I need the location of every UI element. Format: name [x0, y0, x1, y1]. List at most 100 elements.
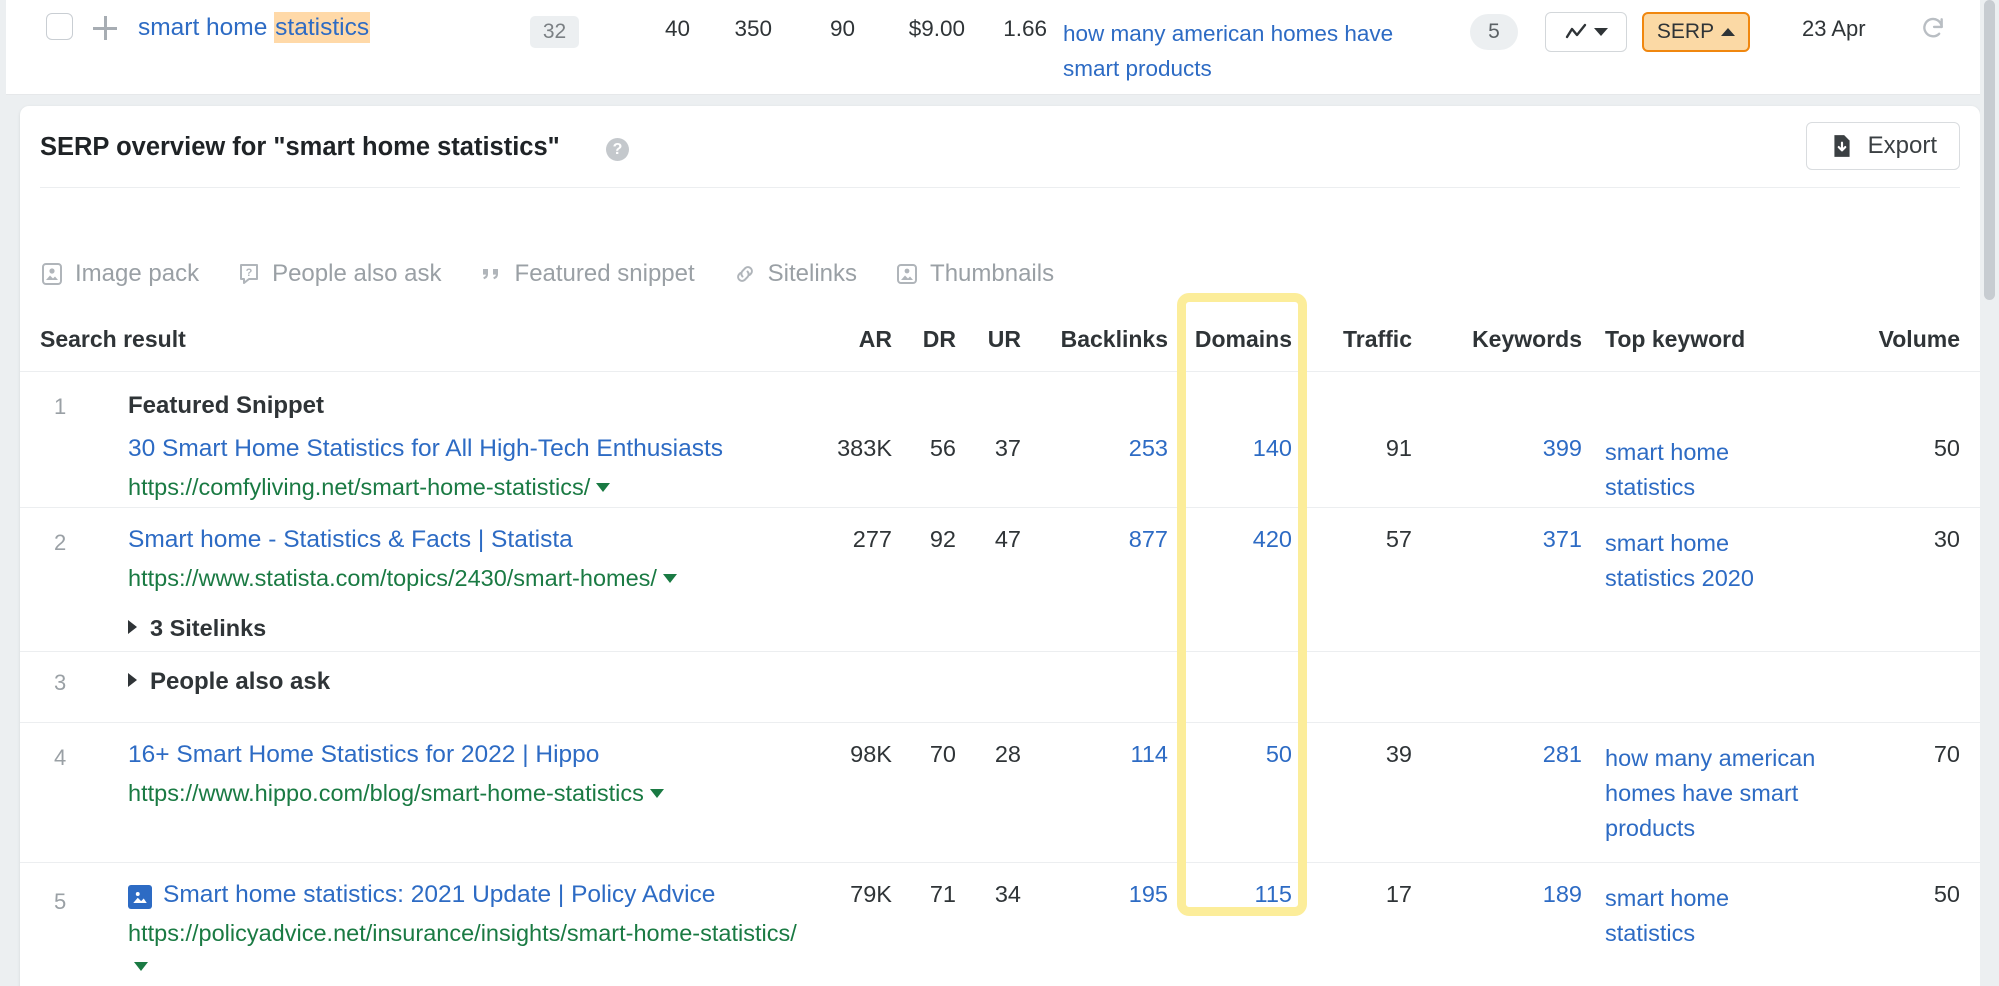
- result-rank: 5: [54, 889, 66, 915]
- line-chart-icon: [1564, 20, 1588, 44]
- cell-keywords[interactable]: 281: [1432, 741, 1582, 768]
- scrollbar-thumb[interactable]: [1984, 0, 1995, 300]
- result-url-text: https://www.hippo.com/blog/smart-home-st…: [128, 780, 644, 806]
- serp-feature-thumbnails[interactable]: Thumbnails: [895, 260, 1054, 288]
- col-header-ar[interactable]: AR: [846, 326, 892, 353]
- result-url[interactable]: https://policyadvice.net/insurance/insig…: [128, 917, 808, 983]
- chevron-down-icon[interactable]: [596, 483, 610, 492]
- cell-backlinks[interactable]: 253: [1030, 435, 1168, 462]
- last-update-date: 23 Apr: [1802, 16, 1866, 42]
- table-row: 5 Smart home statistics: 2021 Update | P…: [20, 863, 1980, 986]
- cell-backlinks[interactable]: 195: [1030, 881, 1168, 908]
- download-file-icon: [1829, 133, 1855, 159]
- serp-feature-image-pack[interactable]: Image pack: [40, 260, 199, 288]
- chart-toggle-button[interactable]: [1545, 12, 1627, 52]
- cell-keywords[interactable]: 189: [1432, 881, 1582, 908]
- link-icon: [733, 262, 757, 286]
- cell-ur: 34: [965, 881, 1021, 908]
- cell-top-keyword[interactable]: smart home statistics: [1605, 435, 1820, 505]
- col-header-traffic[interactable]: Traffic: [1312, 326, 1412, 353]
- result-url[interactable]: https://comfyliving.net/smart-home-stati…: [128, 471, 688, 504]
- cell-traffic: 17: [1312, 881, 1412, 908]
- keyword-row[interactable]: smart home statistics 32 40 350 90 $9.00…: [0, 0, 1999, 95]
- table-row: 1 Featured Snippet 30 Smart Home Statist…: [20, 372, 1980, 508]
- chevron-up-icon: [1721, 28, 1735, 36]
- cell-keywords[interactable]: 399: [1432, 435, 1582, 462]
- keyword-text-highlight: statistics: [274, 12, 370, 43]
- export-button[interactable]: Export: [1806, 122, 1960, 170]
- cell-ur: 28: [965, 741, 1021, 768]
- col-header-volume[interactable]: Volume: [1820, 326, 1960, 353]
- featured-snippet-label: Featured Snippet: [128, 392, 324, 420]
- cell-top-keyword[interactable]: how many american homes have smart produ…: [1605, 741, 1855, 846]
- result-url-text: https://comfyliving.net/smart-home-stati…: [128, 474, 590, 500]
- cell-domains[interactable]: 140: [1192, 435, 1292, 462]
- cell-domains[interactable]: 115: [1192, 881, 1292, 908]
- cell-backlinks[interactable]: 877: [1030, 526, 1168, 553]
- metric-traffic: 90: [795, 16, 855, 42]
- serp-feature-label: Image pack: [75, 260, 199, 288]
- col-header-backlinks[interactable]: Backlinks: [1030, 326, 1168, 353]
- top-question-link[interactable]: how many american homes have smart produ…: [1063, 16, 1413, 86]
- result-title-link[interactable]: Smart home statistics: 2021 Update | Pol…: [163, 881, 715, 909]
- serp-overview-screen: smart home statistics 32 40 350 90 $9.00…: [0, 0, 1999, 986]
- result-rank: 2: [54, 530, 66, 556]
- col-header-top-keyword[interactable]: Top keyword: [1605, 326, 1745, 353]
- serp-feature-label: Featured snippet: [515, 260, 695, 288]
- cell-domains[interactable]: 420: [1192, 526, 1292, 553]
- people-also-ask-expander[interactable]: People also ask: [128, 668, 330, 696]
- col-header-search-result[interactable]: Search result: [40, 326, 186, 353]
- chevron-down-icon[interactable]: [134, 962, 148, 971]
- result-rank: 4: [54, 745, 66, 771]
- cell-backlinks[interactable]: 114: [1030, 741, 1168, 768]
- col-header-dr[interactable]: DR: [910, 326, 956, 353]
- cell-volume: 70: [1820, 741, 1960, 768]
- result-url[interactable]: https://www.hippo.com/blog/smart-home-st…: [128, 777, 688, 810]
- serp-toggle-button[interactable]: SERP: [1642, 12, 1750, 52]
- cell-domains[interactable]: 50: [1192, 741, 1292, 768]
- row-checkbox[interactable]: [46, 13, 73, 40]
- cell-top-keyword[interactable]: smart home statistics: [1605, 881, 1820, 951]
- serp-feature-sitelinks[interactable]: Sitelinks: [733, 260, 857, 288]
- cell-volume: 50: [1820, 435, 1960, 462]
- cell-volume: 30: [1820, 526, 1960, 553]
- serp-overview-panel: SERP overview for "smart home statistics…: [20, 106, 1980, 986]
- chevron-down-icon[interactable]: [650, 789, 664, 798]
- question-mark-icon[interactable]: ?: [606, 138, 629, 161]
- serp-feature-label: People also ask: [272, 260, 441, 288]
- plus-icon[interactable]: [90, 13, 120, 43]
- quote-icon: [480, 262, 504, 286]
- serp-feature-featured-snippet[interactable]: Featured snippet: [480, 260, 695, 288]
- col-header-domains[interactable]: Domains: [1192, 326, 1292, 353]
- results-count-pill: 5: [1470, 14, 1518, 50]
- page-scrollbar[interactable]: [1980, 0, 1999, 986]
- refresh-icon[interactable]: [1920, 15, 1946, 41]
- keyword-link[interactable]: smart home statistics: [138, 13, 370, 43]
- result-url[interactable]: https://www.statista.com/topics/2430/sma…: [128, 562, 688, 595]
- svg-text:?: ?: [246, 267, 253, 279]
- result-url-text: https://www.statista.com/topics/2430/sma…: [128, 565, 657, 591]
- sitelinks-label: 3 Sitelinks: [150, 615, 266, 641]
- serp-feature-people-also-ask[interactable]: ? People also ask: [237, 260, 441, 288]
- table-row: 2 Smart home - Statistics & Facts | Stat…: [20, 508, 1980, 652]
- result-title-link[interactable]: 30 Smart Home Statistics for All High-Te…: [128, 435, 723, 463]
- chevron-right-icon: [128, 673, 137, 687]
- chevron-down-icon: [1594, 28, 1608, 36]
- chevron-down-icon[interactable]: [663, 574, 677, 583]
- cell-keywords[interactable]: 371: [1432, 526, 1582, 553]
- cell-dr: 70: [900, 741, 956, 768]
- sitelinks-expander[interactable]: 3 Sitelinks: [128, 615, 266, 642]
- result-title-link[interactable]: 16+ Smart Home Statistics for 2022 | Hip…: [128, 741, 599, 769]
- cell-ur: 37: [965, 435, 1021, 462]
- cell-ar: 277: [820, 526, 892, 553]
- panel-header: SERP overview for "smart home statistics…: [20, 106, 1980, 188]
- col-header-ur[interactable]: UR: [975, 326, 1021, 353]
- cell-dr: 71: [900, 881, 956, 908]
- result-rank: 3: [54, 670, 66, 696]
- col-header-keywords[interactable]: Keywords: [1432, 326, 1582, 353]
- table-row: 3 People also ask: [20, 652, 1980, 723]
- cell-top-keyword[interactable]: smart home statistics 2020: [1605, 526, 1820, 596]
- serp-feature-label: Thumbnails: [930, 260, 1054, 288]
- metric-cpc: $9.00: [865, 16, 965, 42]
- result-title-link[interactable]: Smart home - Statistics & Facts | Statis…: [128, 526, 573, 554]
